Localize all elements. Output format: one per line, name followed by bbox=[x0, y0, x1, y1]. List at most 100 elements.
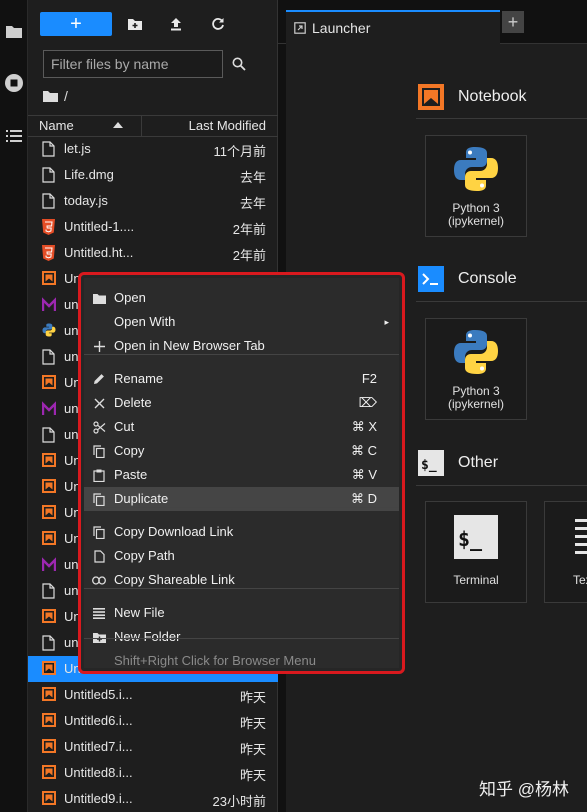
file-row[interactable]: Life.dmg 去年 bbox=[28, 162, 278, 188]
file-icon bbox=[42, 427, 56, 443]
file-modified: 昨天 bbox=[239, 768, 266, 783]
file-name: un bbox=[64, 323, 79, 338]
text-file-card-label: Tex bbox=[573, 573, 587, 587]
console-python3-card[interactable]: Python 3 (ipykernel) bbox=[425, 318, 527, 420]
running-sessions-icon[interactable] bbox=[3, 72, 25, 94]
console-card-label-line2: (ipykernel) bbox=[447, 397, 504, 411]
duplicate-icon bbox=[92, 492, 106, 506]
menu-item-copy[interactable]: Copy ⌘ C bbox=[84, 439, 399, 463]
file-modified: 去年 bbox=[239, 170, 266, 185]
tab-launcher[interactable]: Launcher bbox=[286, 10, 500, 44]
text-file-icon bbox=[575, 519, 587, 554]
file-name: let.js bbox=[64, 141, 91, 156]
console-section-header: Console bbox=[418, 266, 517, 292]
upload-button[interactable] bbox=[164, 12, 188, 36]
file-row[interactable]: Untitled6.i... 昨天 bbox=[28, 708, 278, 734]
menu-item-label: Open in New Browser Tab bbox=[114, 338, 265, 353]
menu-item-paste[interactable]: Paste ⌘ V bbox=[84, 463, 399, 487]
other-section-divider bbox=[416, 485, 587, 486]
notebook-python3-card[interactable]: Python 3 (ipykernel) bbox=[425, 135, 527, 237]
name-column-header[interactable]: Name bbox=[28, 116, 142, 136]
menu-item-label: Copy Path bbox=[114, 548, 175, 563]
notebook-file-icon bbox=[42, 453, 56, 469]
menu-item-open[interactable]: Open bbox=[84, 286, 399, 310]
html-file-icon bbox=[42, 219, 56, 235]
menu-item-rename[interactable]: Rename F2 bbox=[84, 367, 399, 391]
menu-item-cut[interactable]: Cut ⌘ X bbox=[84, 415, 399, 439]
terminal-card[interactable]: $_ Terminal bbox=[425, 501, 527, 603]
notebook-file-icon bbox=[42, 713, 56, 729]
notebook-card-label-line2: (ipykernel) bbox=[447, 214, 504, 228]
new-folder-button[interactable] bbox=[123, 12, 147, 36]
menu-item-shift-right-click-for-browser-menu: Shift+Right Click for Browser Menu bbox=[84, 649, 399, 673]
activity-bar bbox=[0, 0, 28, 812]
file-icon bbox=[42, 193, 56, 209]
menu-item-label: Rename bbox=[114, 371, 164, 386]
menu-item-new-file[interactable]: New File bbox=[84, 601, 399, 625]
breadcrumb[interactable]: / bbox=[43, 86, 68, 106]
file-icon bbox=[42, 167, 56, 183]
svg-text:$_: $_ bbox=[458, 527, 483, 551]
console-section-title: Console bbox=[458, 270, 517, 287]
file-name: un bbox=[64, 297, 79, 312]
add-tab-button[interactable]: + bbox=[502, 11, 524, 33]
menu-item-copy-download-link[interactable]: Copy Download Link bbox=[84, 520, 399, 544]
file-name: Untitled6.i... bbox=[64, 713, 133, 728]
file-icon bbox=[42, 583, 56, 599]
menu-item-shortcut: ⌦ bbox=[358, 395, 377, 410]
refresh-button[interactable] bbox=[206, 12, 230, 36]
notebook-file-icon bbox=[42, 609, 56, 625]
new-launcher-button[interactable]: + bbox=[40, 12, 112, 36]
table-of-contents-icon[interactable] bbox=[3, 125, 25, 147]
file-row[interactable]: Untitled7.i... 昨天 bbox=[28, 734, 278, 760]
notebook-file-icon bbox=[42, 479, 56, 495]
file-row[interactable]: Untitled.ht... 2年前 bbox=[28, 240, 278, 266]
file-row[interactable]: Untitled9.i... 23小时前 bbox=[28, 786, 278, 812]
file-row[interactable]: Untitled-1.... 2年前 bbox=[28, 214, 278, 240]
folder-icon[interactable] bbox=[3, 20, 25, 42]
file-name: today.js bbox=[64, 193, 108, 208]
notebook-file-icon bbox=[42, 271, 56, 287]
plus-icon: + bbox=[507, 11, 519, 32]
terminal-small-icon: $_ bbox=[418, 450, 444, 476]
last-modified-column-header[interactable]: Last Modified bbox=[189, 116, 266, 136]
context-menu: Open Open With ▸ Open in New Browser Tab Ren… bbox=[78, 272, 405, 674]
menu-item-open-with[interactable]: Open With ▸ bbox=[84, 310, 399, 334]
other-section-header: $_ Other bbox=[418, 450, 498, 476]
file-row[interactable]: Untitled5.i... 昨天 bbox=[28, 682, 278, 708]
close-icon bbox=[92, 396, 106, 410]
notebook-file-icon bbox=[42, 375, 56, 391]
launcher-icon bbox=[294, 22, 306, 34]
link-icon bbox=[92, 573, 106, 587]
menu-item-new-folder[interactable]: New Folder bbox=[84, 625, 399, 649]
notebook-file-icon bbox=[42, 739, 56, 755]
sort-ascending-icon bbox=[113, 122, 123, 128]
tab-bar: Launcher + bbox=[278, 0, 587, 44]
context-menu-list: Open Open With ▸ Open in New Browser Tab Ren… bbox=[84, 278, 399, 668]
menu-item-label: Copy Shareable Link bbox=[114, 572, 235, 587]
markdown-file-icon bbox=[41, 401, 57, 417]
file-name: Untitled-1.... bbox=[64, 219, 135, 234]
terminal-card-label: Terminal bbox=[453, 573, 499, 587]
python-logo-icon bbox=[454, 330, 498, 374]
text-file-card[interactable]: Tex bbox=[544, 501, 587, 603]
copy-icon bbox=[92, 525, 106, 539]
file-row[interactable]: Untitled8.i... 昨天 bbox=[28, 760, 278, 786]
file-row[interactable]: let.js 11个月前 bbox=[28, 136, 278, 162]
file-modified: 去年 bbox=[239, 196, 266, 211]
notebook-file-icon bbox=[42, 765, 56, 781]
menu-item-delete[interactable]: Delete ⌦ bbox=[84, 391, 399, 415]
menu-item-label: Open bbox=[114, 290, 146, 305]
file-name: un bbox=[64, 427, 79, 442]
file-name: un bbox=[64, 401, 79, 416]
menu-item-copy-path[interactable]: Copy Path bbox=[84, 544, 399, 568]
notebook-file-icon bbox=[42, 505, 56, 521]
notebook-section-divider bbox=[416, 118, 587, 119]
file-browser-toolbar: + bbox=[28, 0, 278, 46]
file-modified: 11个月前 bbox=[213, 144, 267, 159]
filter-files-input[interactable] bbox=[44, 51, 232, 77]
file-row[interactable]: today.js 去年 bbox=[28, 188, 278, 214]
file-modified: 昨天 bbox=[239, 716, 266, 731]
notebook-icon bbox=[418, 84, 444, 110]
file-name: Life.dmg bbox=[64, 167, 114, 182]
